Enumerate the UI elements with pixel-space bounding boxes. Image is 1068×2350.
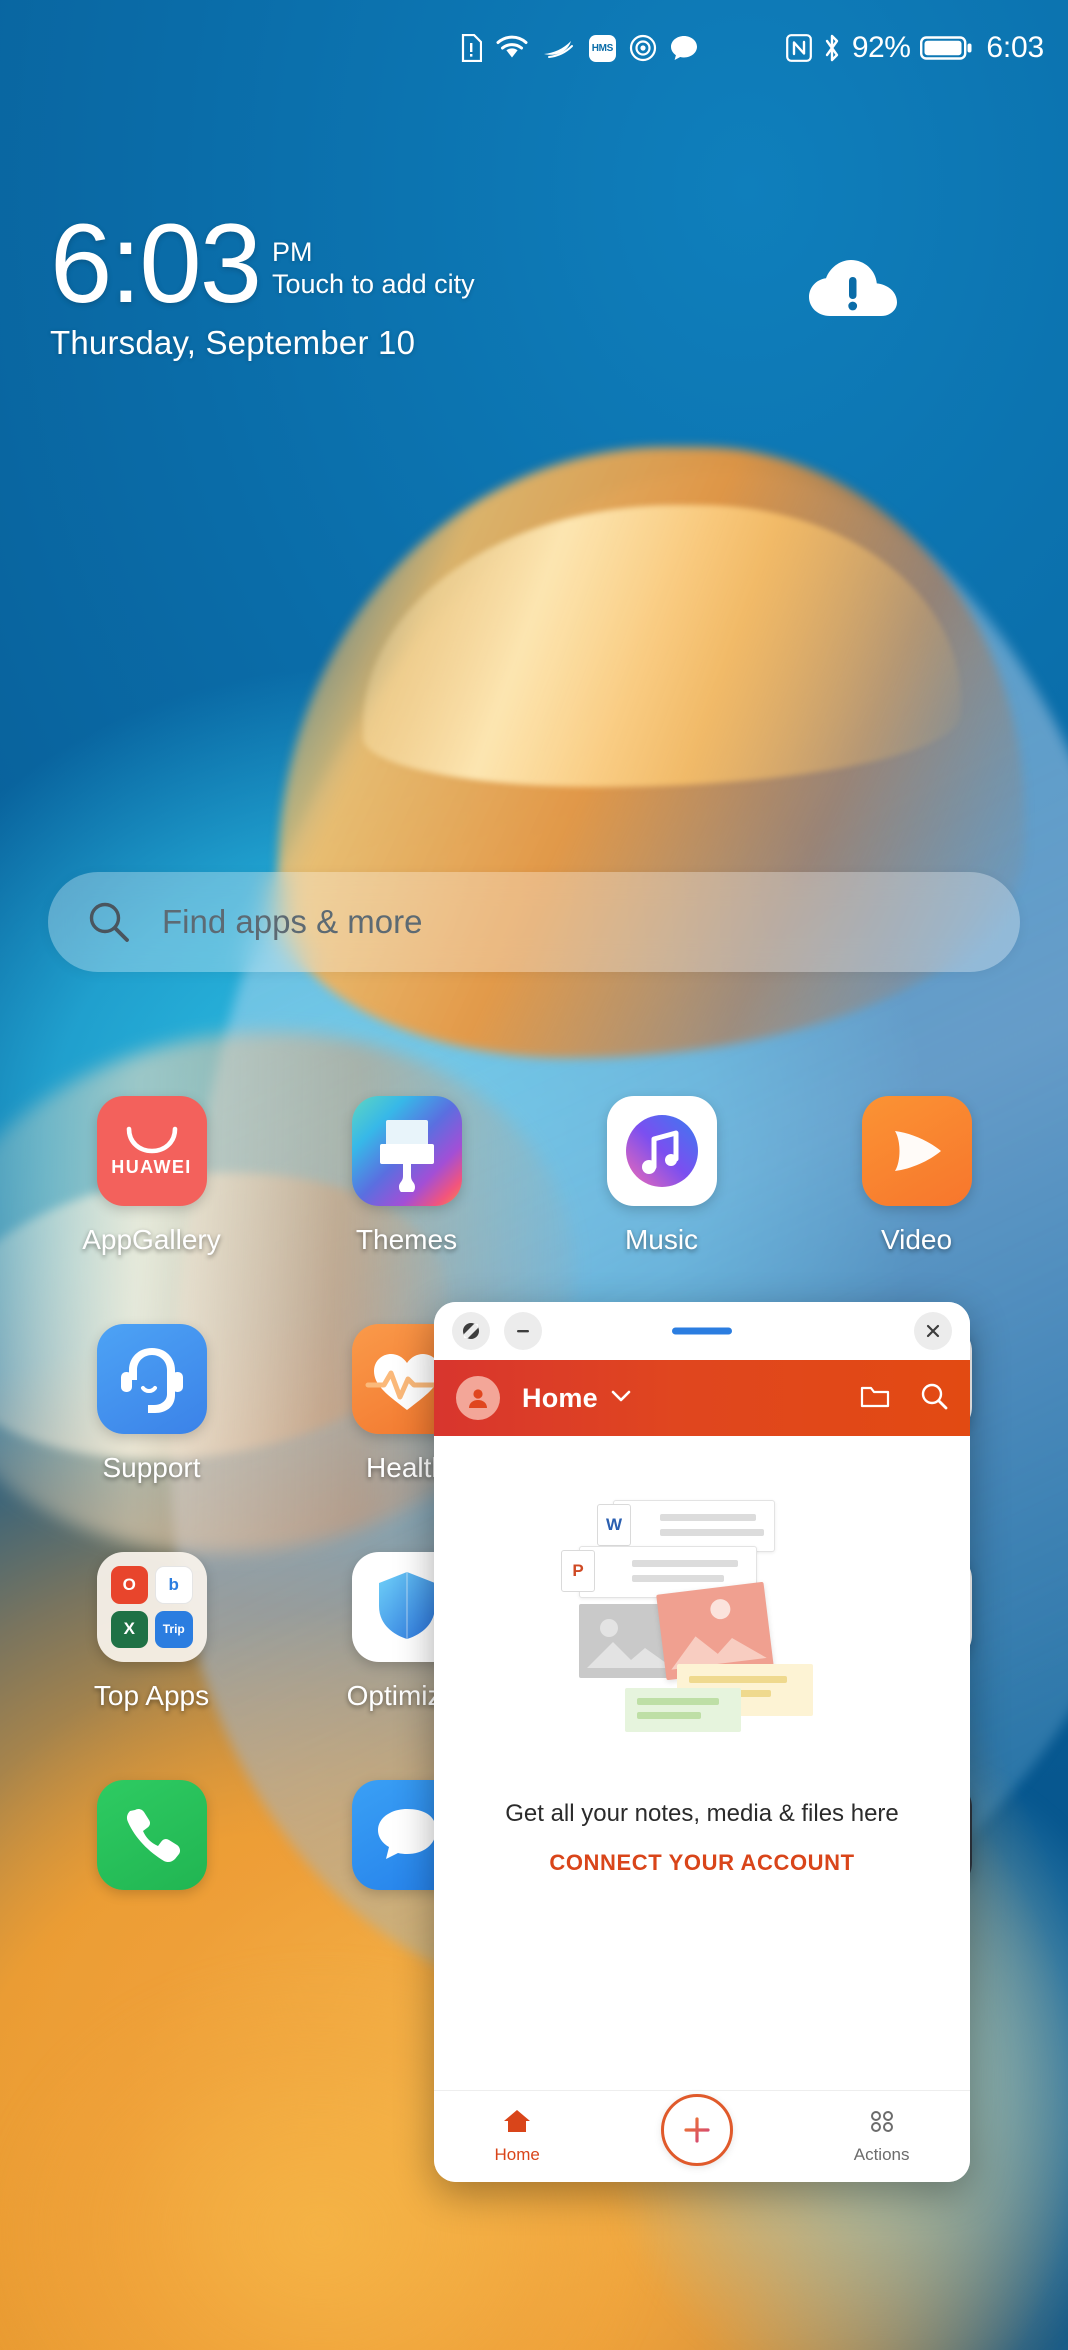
mini-app-icon: O xyxy=(110,1566,148,1604)
illustration-line xyxy=(637,1698,719,1705)
app-label: Music xyxy=(624,1224,699,1255)
search-icon xyxy=(89,902,129,942)
chevron-down-icon[interactable] xyxy=(610,1389,632,1408)
app-label: AppGallery xyxy=(82,1224,221,1255)
illustration-line xyxy=(660,1514,756,1521)
word-doc-badge: W xyxy=(597,1504,631,1546)
illustration-line xyxy=(632,1575,724,1582)
grid-dots-icon xyxy=(868,2108,896,2139)
mini-app-icon: b xyxy=(155,1566,193,1604)
app-icon-video[interactable]: Video xyxy=(789,1096,1044,1256)
clock-row: 6:03 PM Touch to add city xyxy=(50,201,750,326)
status-bar-clock: 6:03 xyxy=(986,31,1044,64)
illustration-line xyxy=(632,1560,738,1567)
floating-window-title: Home xyxy=(522,1382,598,1413)
illustration-line xyxy=(660,1529,764,1536)
close-icon[interactable] xyxy=(914,1312,952,1350)
ppt-badge-label: P xyxy=(572,1561,584,1580)
empty-state-caption: Get all your notes, media & files here xyxy=(505,1800,899,1827)
top-apps-folder-icon: O b X Trip xyxy=(96,1552,207,1662)
floating-window-body: W P Get all your notes, media & files he… xyxy=(434,1436,970,2090)
status-bar[interactable]: HMS 92% 6:03 xyxy=(0,0,1068,96)
mini-app-icon: Trip xyxy=(155,1610,193,1648)
connect-account-link[interactable]: CONNECT YOUR ACCOUNT xyxy=(549,1850,854,1876)
floating-window-titlebar[interactable] xyxy=(434,1302,970,1360)
search-bar[interactable]: Find apps & more xyxy=(48,872,1020,972)
plus-icon xyxy=(684,2116,710,2143)
battery-percent-label: 92% xyxy=(851,31,911,64)
nfc-icon xyxy=(785,34,812,62)
wifi-direct-icon xyxy=(543,41,573,58)
app-icon-appgallery[interactable]: HUAWEI AppGallery xyxy=(24,1096,279,1256)
clock-date: Thursday, September 10 xyxy=(50,323,416,361)
battery-icon xyxy=(920,36,972,60)
music-icon xyxy=(606,1096,717,1206)
message-bubble-icon xyxy=(670,36,697,60)
nav-label: Home xyxy=(494,2145,540,2164)
cloud-alert-icon[interactable] xyxy=(800,250,910,327)
floating-window-bottom-nav: Home Actions xyxy=(434,2090,970,2182)
add-button[interactable] xyxy=(660,2093,733,2166)
appgallery-brand: HUAWEI xyxy=(111,1156,192,1177)
appbar-actions xyxy=(860,1382,948,1415)
illustration-doc-card xyxy=(613,1500,775,1552)
phone-icon xyxy=(96,1780,207,1890)
expand-window-icon[interactable] xyxy=(452,1312,490,1350)
illustration-line xyxy=(689,1676,787,1683)
app-icon-top-apps[interactable]: O b X Trip Top Apps xyxy=(24,1552,279,1712)
nav-item-actions[interactable]: Actions xyxy=(853,2108,910,2165)
support-icon xyxy=(96,1324,207,1434)
app-icon-themes[interactable]: Themes xyxy=(279,1096,534,1256)
hms-label: HMS xyxy=(591,42,614,54)
nav-label: Actions xyxy=(853,2145,910,2164)
appgallery-icon: HUAWEI xyxy=(96,1096,207,1206)
documents-media-illustration: W P xyxy=(517,1492,887,1772)
word-badge-label: W xyxy=(605,1515,623,1534)
nav-item-home[interactable]: Home xyxy=(494,2108,540,2165)
app-icon-music[interactable]: Music xyxy=(534,1096,789,1256)
app-label: Support xyxy=(102,1452,201,1483)
status-bar-right-icons: 92% 6:03 xyxy=(785,31,1044,65)
folder-icon[interactable] xyxy=(860,1383,890,1414)
clock-widget[interactable]: 6:03 PM Touch to add city Thursday, Sept… xyxy=(50,201,750,362)
app-label: Themes xyxy=(355,1224,458,1255)
clock-meta: PM Touch to add city xyxy=(272,238,475,304)
minimize-icon[interactable] xyxy=(504,1312,542,1350)
folder-mini-grid: O b X Trip xyxy=(97,1552,207,1662)
illustration-line xyxy=(637,1712,701,1719)
wifi-icon xyxy=(496,35,528,58)
clock-ampm: PM xyxy=(271,237,313,267)
app-icon-support[interactable]: Support xyxy=(24,1324,279,1484)
nearby-share-icon xyxy=(629,34,656,62)
hms-icon: HMS xyxy=(588,34,616,62)
app-label: Top Apps xyxy=(93,1680,210,1711)
floating-window-appbar: Home xyxy=(434,1360,970,1436)
illustration-note-green xyxy=(625,1688,741,1732)
themes-icon xyxy=(351,1096,462,1206)
drag-handle[interactable] xyxy=(672,1327,732,1335)
add-city-hint[interactable]: Touch to add city xyxy=(272,266,475,304)
bluetooth-icon xyxy=(825,34,839,62)
search-input[interactable]: Find apps & more xyxy=(162,903,422,941)
account-avatar[interactable] xyxy=(456,1376,500,1420)
home-icon xyxy=(502,2108,532,2139)
app-label: Video xyxy=(880,1224,953,1255)
floating-app-window[interactable]: Home W P Get all your notes, media & fil… xyxy=(434,1302,970,2182)
video-icon xyxy=(861,1096,972,1206)
powerpoint-badge: P xyxy=(561,1550,595,1592)
clock-time: 6:03 xyxy=(50,201,262,326)
app-icon-phone[interactable]: Phone xyxy=(24,1780,279,1940)
sim-card-alert-icon xyxy=(461,34,482,62)
search-icon[interactable] xyxy=(920,1382,948,1415)
status-bar-left-icons: HMS xyxy=(460,34,698,62)
mini-app-icon: X xyxy=(110,1610,148,1648)
